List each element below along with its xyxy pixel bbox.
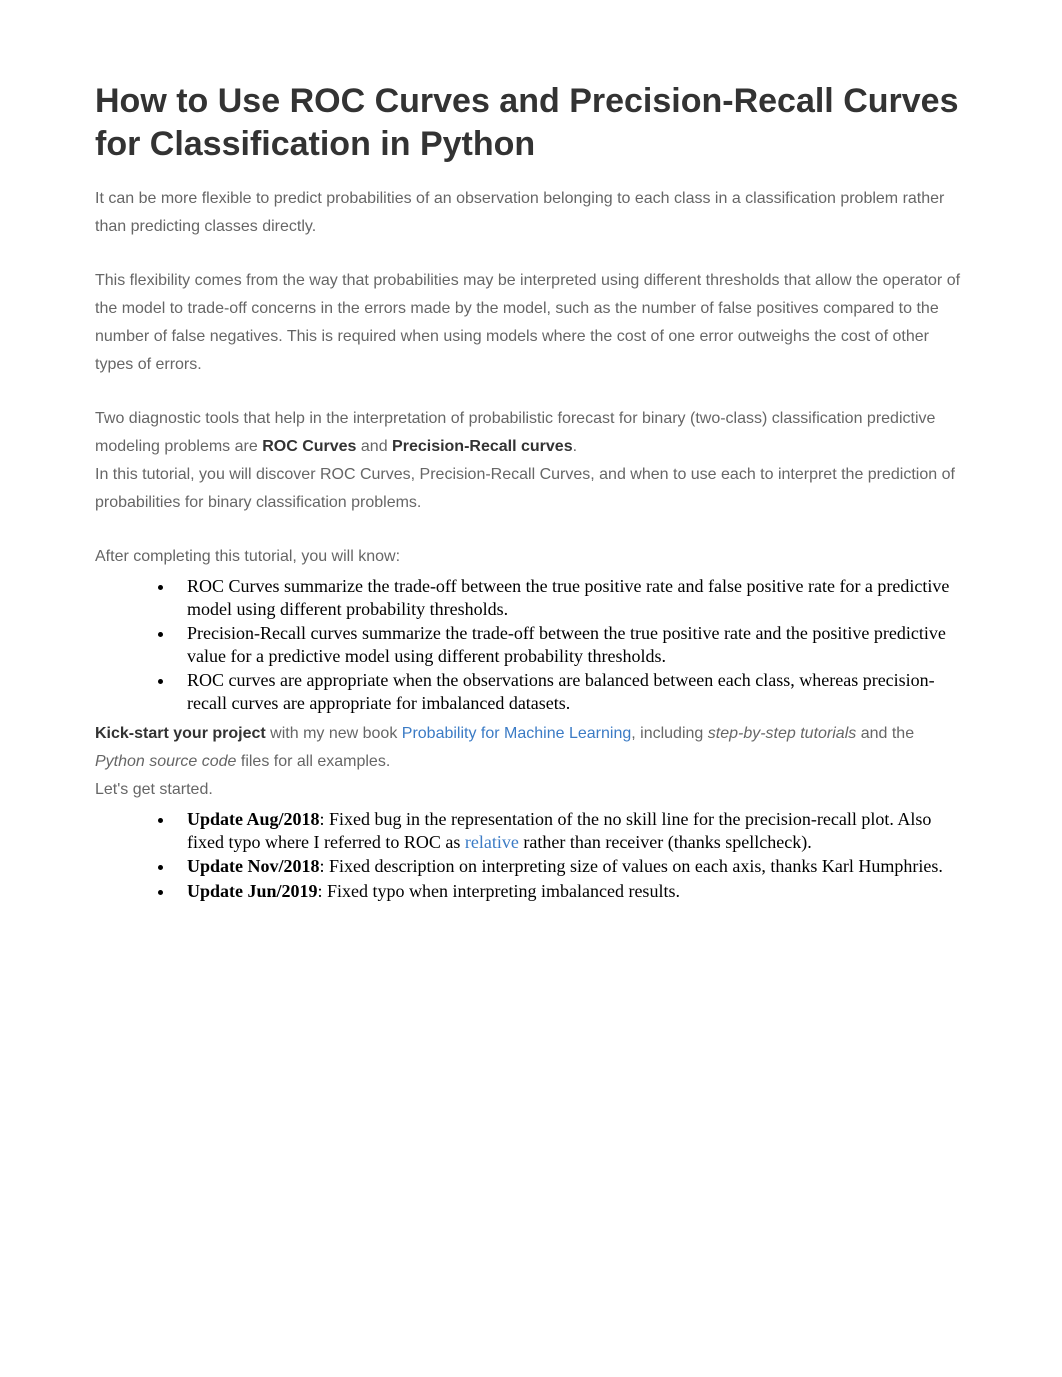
- kickstart-italic-2: Python source code: [95, 753, 236, 770]
- book-link[interactable]: Probability for Machine Learning: [402, 725, 631, 742]
- kickstart-paragraph: Kick-start your project with my new book…: [95, 720, 967, 776]
- update-date-bold: Update Jun/2019: [187, 881, 318, 901]
- list-item: ROC Curves summarize the trade-off betwe…: [175, 575, 957, 620]
- update-text-3: : Fixed typo when interpreting imbalance…: [318, 881, 680, 901]
- kickstart-text-4: files for all examples.: [236, 753, 390, 770]
- kickstart-text-3: and the: [856, 725, 914, 742]
- pr-curves-bold: Precision-Recall curves: [392, 438, 573, 455]
- learning-outcomes-list: ROC Curves summarize the trade-off betwe…: [175, 575, 957, 714]
- list-item: ROC curves are appropriate when the obse…: [175, 669, 957, 714]
- intro-paragraph-2: This flexibility comes from the way that…: [95, 267, 967, 379]
- para3-text-2: and: [356, 438, 392, 455]
- lets-get-started: Let's get started.: [95, 776, 967, 804]
- kickstart-text-1: with my new book: [266, 725, 402, 742]
- list-item: Update Nov/2018: Fixed description on in…: [175, 855, 957, 878]
- para3-text-3: .: [573, 438, 577, 455]
- intro-paragraph-3: Two diagnostic tools that help in the in…: [95, 405, 967, 461]
- list-item: Update Jun/2019: Fixed typo when interpr…: [175, 880, 957, 903]
- intro-paragraph-1: It can be more flexible to predict proba…: [95, 185, 967, 241]
- intro-paragraph-4: In this tutorial, you will discover ROC …: [95, 461, 967, 517]
- list-item: Precision-Recall curves summarize the tr…: [175, 622, 957, 667]
- kickstart-text-2: , including: [631, 725, 708, 742]
- page-title: How to Use ROC Curves and Precision-Reca…: [95, 80, 967, 165]
- roc-curves-bold: ROC Curves: [262, 438, 356, 455]
- relative-link[interactable]: relative: [465, 832, 519, 852]
- update-text-1b: rather than receiver (thanks spellcheck)…: [519, 832, 812, 852]
- list-item: Update Aug/2018: Fixed bug in the repres…: [175, 808, 957, 853]
- update-date-bold: Update Aug/2018: [187, 809, 320, 829]
- kickstart-bold: Kick-start your project: [95, 725, 266, 742]
- update-text-2: : Fixed description on interpreting size…: [320, 856, 943, 876]
- kickstart-italic-1: step-by-step tutorials: [708, 725, 857, 742]
- update-date-bold: Update Nov/2018: [187, 856, 320, 876]
- intro-paragraph-5: After completing this tutorial, you will…: [95, 543, 967, 571]
- updates-list: Update Aug/2018: Fixed bug in the repres…: [175, 808, 957, 902]
